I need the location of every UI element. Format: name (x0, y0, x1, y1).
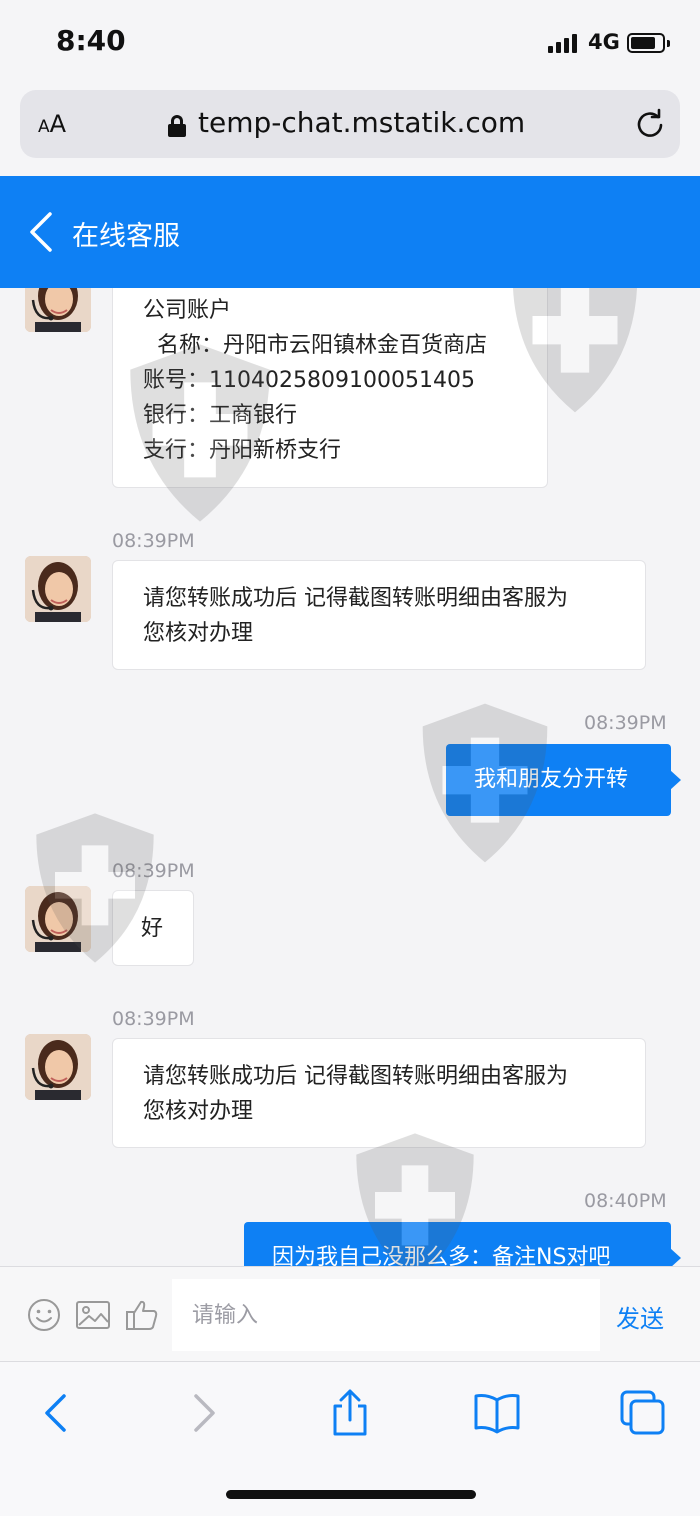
message-text: 银行：工商银行 (143, 403, 298, 428)
message-input-bar: 发送 (0, 1266, 700, 1362)
message-text: 您核对办理 (143, 621, 254, 646)
agent-avatar (25, 886, 91, 952)
agent-avatar (25, 288, 91, 332)
status-time: 8:40 (56, 24, 126, 57)
url-text[interactable]: temp-chat.mstatik.com (198, 106, 525, 139)
message-timestamp: 08:40PM (584, 1190, 667, 1212)
message-bubble: 公司账户 名称：丹阳市云阳镇林金百货商店 账号：1104025809100051… (112, 288, 548, 488)
message-text: 好 (141, 916, 164, 941)
agent-avatar (25, 1034, 91, 1100)
message-timestamp: 08:39PM (584, 712, 667, 734)
bookmarks-icon[interactable] (472, 1388, 522, 1438)
message-text: 支行：丹阳新桥支行 (143, 438, 342, 463)
message-text: 因为我自己没那么多：备注NS对吧 (272, 1245, 611, 1266)
message-text: 名称：丹阳市云阳镇林金百货商店 (157, 333, 488, 358)
network-type: 4G (588, 30, 620, 54)
thumbs-up-icon[interactable] (124, 1297, 160, 1333)
text-size-button[interactable]: AA (38, 110, 66, 138)
message-text: 请您转账成功后 记得截图转账明细由客服为 (143, 1064, 568, 1089)
address-bar[interactable]: AA temp-chat.mstatik.com (20, 90, 680, 158)
status-bar: 8:40 4G (0, 0, 700, 88)
chat-header: 在线客服 (0, 176, 700, 288)
message-text: 账号：1104025809100051405 (143, 368, 475, 393)
signal-icon (548, 33, 578, 53)
browser-address-area: AA temp-chat.mstatik.com (0, 88, 700, 176)
emoji-icon[interactable] (26, 1297, 62, 1333)
image-icon[interactable] (75, 1297, 111, 1333)
message-bubble: 请您转账成功后 记得截图转账明细由客服为 您核对办理 (112, 560, 646, 670)
my-message-bubble: 我和朋友分开转 (446, 744, 681, 816)
agent-avatar (25, 556, 91, 622)
my-message-bubble: 因为我自己没那么多：备注NS对吧 (244, 1222, 681, 1266)
message-timestamp: 08:39PM (112, 530, 195, 552)
browser-forward-icon[interactable] (178, 1388, 228, 1438)
tabs-icon[interactable] (618, 1388, 668, 1438)
send-button[interactable]: 发送 (616, 1299, 664, 1334)
message-text: 公司账户 (143, 298, 232, 323)
message-bubble: 请您转账成功后 记得截图转账明细由客服为 您核对办理 (112, 1038, 646, 1148)
chat-messages[interactable]: 公司账户 名称：丹阳市云阳镇林金百货商店 账号：1104025809100051… (0, 288, 700, 1266)
browser-toolbar (0, 1362, 700, 1516)
reload-icon[interactable] (634, 108, 666, 140)
lock-icon (168, 115, 186, 137)
share-icon[interactable] (325, 1388, 375, 1438)
home-indicator (226, 1490, 476, 1499)
message-timestamp: 08:39PM (112, 860, 195, 882)
message-timestamp: 08:39PM (112, 1008, 195, 1030)
browser-back-icon[interactable] (32, 1388, 82, 1438)
page-title: 在线客服 (72, 221, 180, 252)
message-bubble: 好 (112, 890, 194, 966)
message-text: 您核对办理 (143, 1099, 254, 1124)
message-input[interactable] (172, 1279, 600, 1351)
message-text: 请您转账成功后 记得截图转账明细由客服为 (143, 586, 568, 611)
message-text: 我和朋友分开转 (474, 767, 629, 792)
back-arrow-icon[interactable] (24, 210, 56, 254)
battery-icon (627, 33, 670, 53)
